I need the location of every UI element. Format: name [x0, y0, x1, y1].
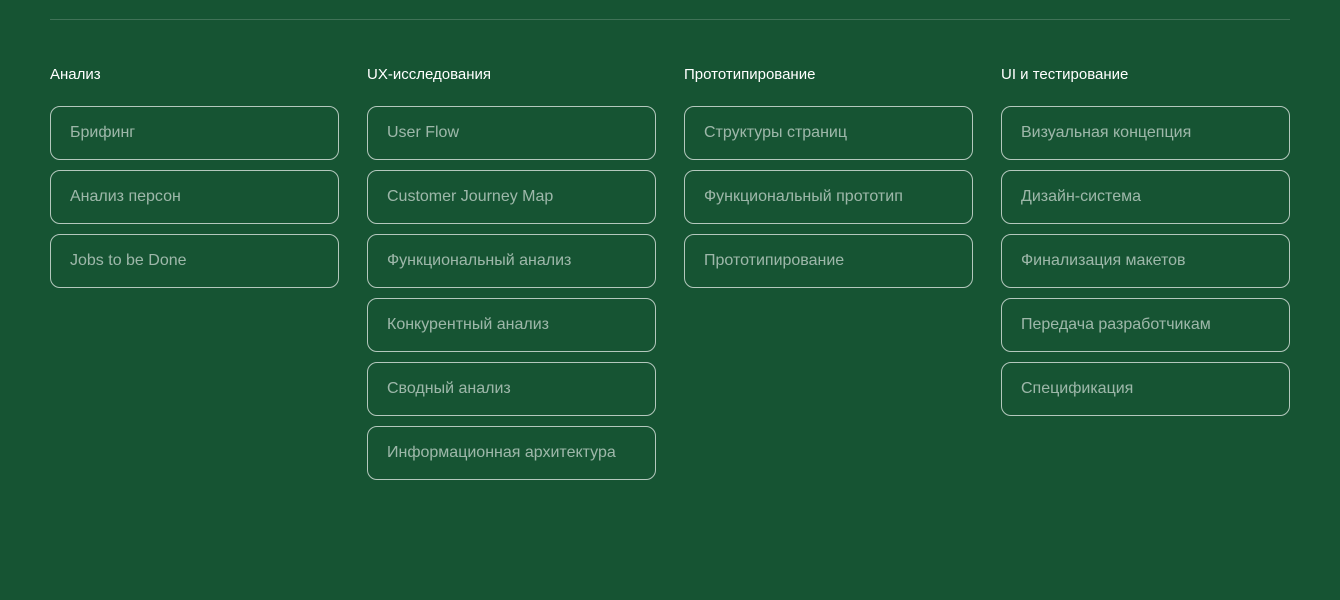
- column-title: Анализ: [50, 66, 101, 83]
- column-ui-testing: UI и тестирование Визуальная концепция Д…: [1001, 64, 1290, 480]
- item-card[interactable]: Функциональный анализ: [367, 234, 656, 288]
- item-card[interactable]: Спецификация: [1001, 362, 1290, 416]
- item-card[interactable]: Информационная архитектура: [367, 426, 656, 480]
- item-card[interactable]: Передача разработчикам: [1001, 298, 1290, 352]
- column-items: Брифинг Анализ персон Jobs to be Done: [50, 106, 339, 288]
- item-card[interactable]: User Flow: [367, 106, 656, 160]
- top-divider: [50, 19, 1290, 20]
- item-card[interactable]: Прототипирование: [684, 234, 973, 288]
- item-card[interactable]: Анализ персон: [50, 170, 339, 224]
- column-analysis: Анализ Брифинг Анализ персон Jobs to be …: [50, 64, 339, 480]
- item-card[interactable]: Структуры страниц: [684, 106, 973, 160]
- column-items: Визуальная концепция Дизайн-система Фина…: [1001, 106, 1290, 416]
- item-card[interactable]: Сводный анализ: [367, 362, 656, 416]
- item-card[interactable]: Конкурентный анализ: [367, 298, 656, 352]
- column-title: Прототипирование: [684, 66, 816, 83]
- item-card[interactable]: Функциональный прототип: [684, 170, 973, 224]
- column-title: UI и тестирование: [1001, 66, 1129, 83]
- item-card[interactable]: Визуальная концепция: [1001, 106, 1290, 160]
- column-ux-research: UX-исследования User Flow Customer Journ…: [367, 64, 656, 480]
- item-card[interactable]: Дизайн-система: [1001, 170, 1290, 224]
- item-card[interactable]: Jobs to be Done: [50, 234, 339, 288]
- column-items: Структуры страниц Функциональный прототи…: [684, 106, 973, 288]
- item-card[interactable]: Брифинг: [50, 106, 339, 160]
- column-prototyping: Прототипирование Структуры страниц Функц…: [684, 64, 973, 480]
- column-items: User Flow Customer Journey Map Функциона…: [367, 106, 656, 480]
- item-card[interactable]: Customer Journey Map: [367, 170, 656, 224]
- item-card[interactable]: Финализация макетов: [1001, 234, 1290, 288]
- column-title: UX-исследования: [367, 66, 491, 83]
- services-columns: Анализ Брифинг Анализ персон Jobs to be …: [50, 64, 1290, 480]
